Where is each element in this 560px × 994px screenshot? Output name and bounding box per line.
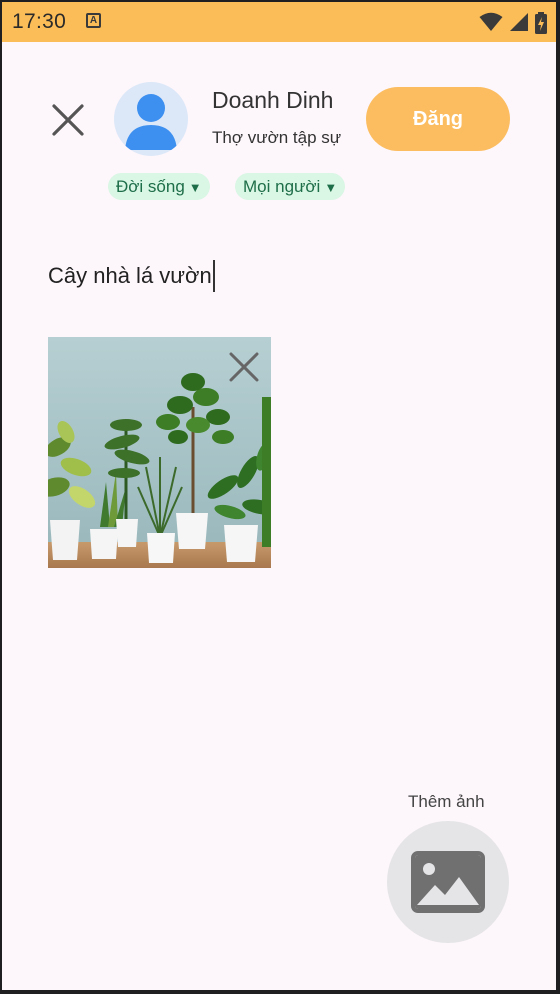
status-time: 17:30 bbox=[12, 10, 67, 33]
category-selector[interactable]: Đời sống ▼ bbox=[108, 173, 210, 200]
add-photo-label: Thêm ảnh bbox=[408, 792, 485, 811]
wifi-icon bbox=[479, 12, 503, 31]
attached-image bbox=[48, 337, 271, 568]
notification-icon: A bbox=[86, 13, 101, 28]
user-role: Thợ vườn tập sự bbox=[212, 128, 342, 147]
status-bar: 17:30 A bbox=[2, 2, 556, 42]
image-icon bbox=[411, 851, 485, 913]
dropdown-arrow-icon: ▼ bbox=[324, 180, 338, 195]
close-icon bbox=[229, 352, 259, 382]
dropdown-arrow-icon: ▼ bbox=[188, 180, 202, 195]
post-composer-screen: 17:30 A Doanh Dinh Thợ vườn tập sự Đăng … bbox=[2, 2, 556, 990]
add-photo-button[interactable] bbox=[387, 821, 509, 943]
close-icon bbox=[52, 104, 84, 136]
user-avatar-icon bbox=[125, 94, 177, 150]
audience-selector[interactable]: Mọi người ▼ bbox=[235, 173, 346, 200]
signal-icon bbox=[509, 13, 528, 31]
close-button[interactable] bbox=[46, 98, 90, 142]
text-cursor bbox=[212, 260, 215, 292]
status-icons bbox=[479, 12, 548, 34]
battery-charging-icon bbox=[535, 12, 547, 34]
user-name: Doanh Dinh bbox=[212, 87, 334, 113]
post-content-text: Cây nhà lá vườn bbox=[48, 263, 212, 288]
remove-image-button[interactable] bbox=[226, 349, 262, 385]
post-content-input[interactable]: Cây nhà lá vườn bbox=[48, 258, 215, 294]
audience-label: Mọi người bbox=[243, 177, 321, 196]
avatar[interactable] bbox=[114, 82, 188, 156]
post-button[interactable]: Đăng bbox=[366, 87, 510, 151]
category-label: Đời sống bbox=[116, 177, 185, 196]
